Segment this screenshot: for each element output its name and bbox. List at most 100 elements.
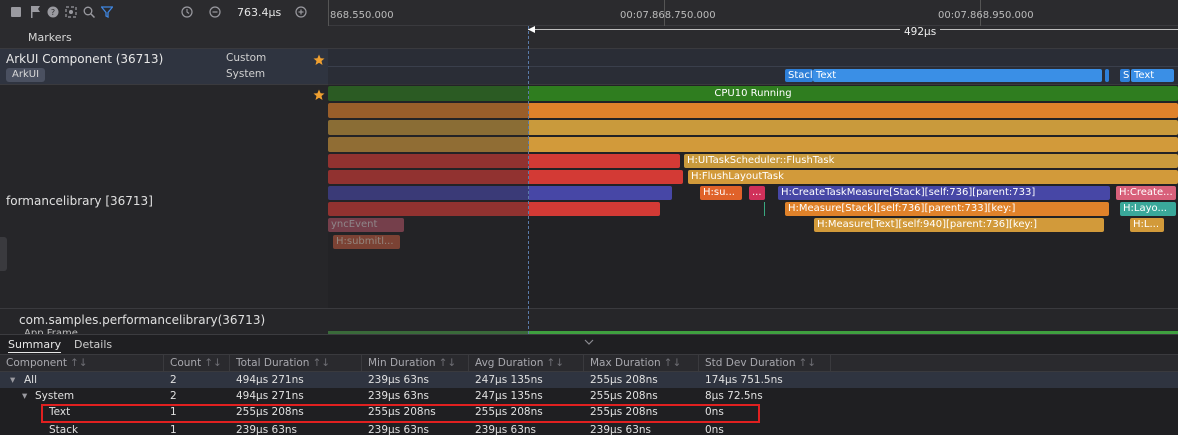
arkui-bar-stack[interactable]: Stacl (785, 69, 813, 82)
sort-icon[interactable]: ↑↓ (70, 357, 88, 369)
col-label: Max Duration (590, 357, 661, 369)
ruler-edge (328, 0, 329, 26)
process-track-title: formancelibrary [36713] (6, 194, 153, 208)
cell-total: 255µs 208ns (236, 406, 304, 418)
slice-syncevent[interactable]: yncEvent (328, 218, 404, 232)
slice-depth-2[interactable] (328, 120, 1178, 135)
cell-component: All (24, 374, 38, 386)
col-component[interactable]: Component ↑↓ (0, 355, 164, 372)
help-icon[interactable]: ? (46, 5, 60, 19)
arkui-sub-system: System (226, 68, 266, 80)
sort-icon[interactable]: ↑↓ (546, 357, 564, 369)
arkui-track[interactable]: Stacl Text S Text (328, 48, 1178, 84)
time-ruler[interactable]: 868.550.000 00:07.868.750.000 00:07.868.… (328, 0, 1178, 26)
slice-measure-stack[interactable]: H:Measure[Stack][self:736][parent:733][k… (785, 202, 1109, 216)
tab-details[interactable]: Details (74, 336, 112, 353)
cell-min: 239µs 63ns (368, 424, 430, 435)
slice-createtaskmeasure[interactable]: H:CreateTaskMeasure[Stack][self:736][par… (778, 186, 1110, 200)
col-max-duration[interactable]: Max Duration ↑↓ (584, 355, 699, 372)
col-count[interactable]: Count ↑↓ (164, 355, 230, 372)
col-label: Min Duration (368, 357, 436, 369)
cell-min: 239µs 63ns (368, 390, 430, 402)
slice-layout[interactable]: H:Layo... (1120, 202, 1176, 216)
ruler-tick-label: 868.550.000 (330, 10, 394, 21)
screenshot-icon[interactable] (64, 5, 78, 19)
ruler-tick-label: 00:07.868.750.000 (620, 10, 716, 21)
cpu-running-bar[interactable]: CPU10 Running (328, 86, 1178, 101)
tab-summary[interactable]: Summary (8, 336, 62, 353)
expand-arrow-icon[interactable]: ▾ (10, 372, 15, 388)
zoom-in-icon[interactable] (294, 5, 308, 19)
table-row-text[interactable]: Text 1 255µs 208ns 255µs 208ns 255µs 208… (0, 404, 1178, 420)
cell-std: 0ns (705, 424, 724, 435)
filter-icon[interactable] (100, 5, 114, 19)
app-track-header[interactable]: com.samples.performancelibrary(36713) Ap… (0, 308, 328, 335)
slice-flushlayouttask[interactable]: H:FlushLayoutTask (688, 170, 1178, 184)
app-track-title: com.samples.performancelibrary(36713) (19, 313, 266, 327)
cell-max: 255µs 208ns (590, 374, 658, 386)
arkui-bar-small[interactable] (1105, 69, 1109, 82)
table-row-stack[interactable]: Stack 1 239µs 63ns 239µs 63ns 239µs 63ns… (0, 422, 1178, 435)
process-track-header[interactable]: formancelibrary [36713] (0, 84, 328, 308)
flag-icon[interactable] (28, 5, 42, 19)
slice-blue-a[interactable] (328, 186, 672, 200)
arkui-bar-text[interactable]: Text (813, 69, 1102, 82)
slice-l[interactable]: H:L... (1130, 218, 1164, 232)
svg-text:?: ? (51, 8, 55, 17)
col-label: Component (6, 357, 67, 369)
arkui-divider (328, 66, 1178, 67)
cell-component: System (35, 390, 75, 402)
cell-std: 0ns (705, 406, 724, 418)
slice-depth-1[interactable] (328, 103, 1178, 118)
slice-create2[interactable]: H:Create... (1116, 186, 1176, 200)
markers-track[interactable]: 492µs (328, 26, 1178, 48)
sort-icon[interactable]: ↑↓ (664, 357, 682, 369)
star-icon[interactable] (313, 89, 325, 101)
cell-max: 239µs 63ns (590, 424, 652, 435)
sort-icon[interactable]: ↑↓ (439, 357, 457, 369)
cell-min: 255µs 208ns (368, 406, 436, 418)
col-total-duration[interactable]: Total Duration ↑↓ (230, 355, 362, 372)
sort-icon[interactable]: ↑↓ (799, 357, 817, 369)
expand-arrow-icon[interactable]: ▾ (22, 388, 27, 404)
cell-component: Text (49, 406, 71, 418)
col-avg-duration[interactable]: Avg Duration ↑↓ (469, 355, 584, 372)
col-std-dev-duration[interactable]: Std Dev Duration ↑↓ (699, 355, 831, 372)
process-track[interactable]: CPU10 Running H:UITaskScheduler::FlushTa… (328, 84, 1178, 308)
slice-red-a[interactable] (328, 154, 680, 168)
search-icon[interactable] (82, 5, 96, 19)
sort-icon[interactable]: ↑↓ (204, 357, 222, 369)
slice-measure-text[interactable]: H:Measure[Text][self:940][parent:736][ke… (814, 218, 1104, 232)
slice-su[interactable]: H:su... (700, 186, 742, 200)
arkui-bar-text2[interactable]: Text (1131, 69, 1174, 82)
cell-count: 2 (170, 390, 177, 402)
slice-submit[interactable]: H:submitl... (333, 235, 400, 249)
cell-avg: 255µs 208ns (475, 406, 543, 418)
slice-red-c[interactable] (328, 202, 660, 216)
arkui-bar-stack2[interactable]: S (1120, 69, 1130, 82)
slice-uitaskscheduler[interactable]: H:UITaskScheduler::FlushTask (684, 154, 1178, 168)
markers-label: Markers (28, 31, 72, 44)
col-min-duration[interactable]: Min Duration ↑↓ (362, 355, 469, 372)
slice-red-b[interactable] (328, 170, 683, 184)
range-duration-label: 492µs (900, 26, 941, 38)
app-track[interactable] (328, 308, 1178, 334)
clock-icon[interactable] (180, 5, 194, 19)
collapse-handle[interactable] (0, 237, 7, 271)
slice-tick (764, 202, 765, 216)
cell-avg: 247µs 135ns (475, 374, 543, 386)
table-row-all[interactable]: ▾ All 2 494µs 271ns 239µs 63ns 247µs 135… (0, 372, 1178, 388)
zoom-out-icon[interactable] (208, 5, 222, 19)
stop-icon[interactable] (9, 5, 23, 19)
star-icon[interactable] (313, 54, 325, 66)
arkui-track-header[interactable]: ArkUI Component (36713) ArkUI Custom Sys… (0, 48, 328, 84)
arkui-sub-custom: Custom (226, 52, 267, 64)
cell-count: 2 (170, 374, 177, 386)
sort-icon[interactable]: ↑↓ (312, 357, 330, 369)
slice-ellipsis[interactable]: ... (749, 186, 765, 200)
panel-resize-handle[interactable] (582, 335, 596, 345)
slice-depth-3[interactable] (328, 137, 1178, 152)
table-row-system[interactable]: ▾ System 2 494µs 271ns 239µs 63ns 247µs … (0, 388, 1178, 404)
cell-count: 1 (170, 406, 177, 418)
col-label: Total Duration (236, 357, 310, 369)
